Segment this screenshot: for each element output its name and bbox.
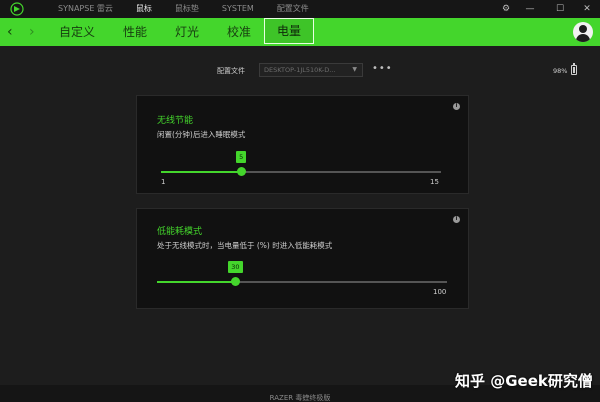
sleep-card-title: 无线节能 — [157, 116, 194, 126]
info-icon[interactable]: i — [453, 216, 460, 223]
low-power-slider-max: 100 — [433, 288, 447, 296]
low-power-card-description: 处于无线模式时，当电量低于 (%) 时进入低能耗模式 — [157, 241, 333, 250]
title-bar: SYNAPSE 雷云 鼠标 鼠标垫 SYSTEM 配置文件 ⚙ — ☐ ✕ — [0, 0, 600, 18]
low-power-card: 低能耗模式 处于无线模式时，当电量低于 (%) 时进入低能耗模式 i 30 10… — [136, 208, 469, 309]
settings-gear-icon[interactable]: ⚙ — [498, 0, 514, 18]
info-icon[interactable]: i — [453, 103, 460, 110]
tab-power[interactable]: 电量 — [264, 18, 315, 44]
low-power-slider-value: 30 — [228, 261, 243, 273]
battery-percent: 98% — [553, 67, 568, 75]
sleep-slider-value: 5 — [236, 151, 247, 163]
tab-synapse[interactable]: SYNAPSE 雷云 — [58, 0, 113, 18]
back-arrow-icon[interactable]: ‹ — [7, 18, 13, 46]
close-button[interactable]: ✕ — [579, 0, 595, 18]
low-power-card-title: 低能耗模式 — [157, 227, 203, 237]
profile-dropdown[interactable]: DESKTOP-1JL510K-D... ▼ — [259, 63, 363, 77]
section-nav-bar: ‹ › 自定义 性能 灯光 校准 电量 — [0, 18, 600, 46]
sleep-slider-thumb[interactable] — [236, 167, 246, 176]
battery-icon — [571, 63, 577, 75]
profile-value: DESKTOP-1JL510K-D... — [264, 66, 336, 74]
sleep-slider-track[interactable] — [161, 171, 441, 173]
low-power-slider-track[interactable] — [157, 281, 447, 283]
user-avatar-icon[interactable] — [573, 22, 593, 42]
maximize-button[interactable]: ☐ — [552, 0, 568, 18]
tab-customize[interactable]: 自定义 — [59, 18, 95, 46]
forward-arrow-icon[interactable]: › — [29, 18, 35, 46]
sleep-slider-fill — [161, 171, 242, 173]
watermark-text: 知乎 @Geek研究僧 — [455, 372, 593, 390]
tab-mouse[interactable]: 鼠标 — [136, 0, 152, 18]
sleep-card-description: 闲置(分钟)后进入睡眠模式 — [157, 130, 246, 139]
low-power-slider-fill — [157, 281, 236, 283]
top-tabs: SYNAPSE 雷云 鼠标 鼠标垫 SYSTEM 配置文件 — [58, 0, 332, 18]
tab-lighting[interactable]: 灯光 — [175, 18, 199, 46]
sleep-settings-card: 无线节能 闲置(分钟)后进入睡眠模式 i 5 1 15 — [136, 95, 469, 194]
minimize-button[interactable]: — — [522, 0, 538, 18]
profile-label: 配置文件 — [217, 67, 245, 75]
tab-system[interactable]: SYSTEM — [222, 0, 254, 18]
razer-logo-icon — [10, 2, 24, 16]
tab-profiles[interactable]: 配置文件 — [277, 0, 309, 18]
sleep-slider-min: 1 — [161, 178, 166, 186]
low-power-slider-thumb[interactable] — [230, 277, 240, 286]
tab-calibration[interactable]: 校准 — [227, 18, 251, 46]
device-name: RAZER 毒蝰终极版 — [269, 394, 331, 402]
tab-mousepad[interactable]: 鼠标垫 — [175, 0, 199, 18]
tab-performance[interactable]: 性能 — [123, 18, 147, 46]
more-options-icon[interactable]: ••• — [372, 63, 393, 74]
sleep-slider-max: 15 — [430, 178, 439, 186]
chevron-down-icon: ▼ — [352, 66, 357, 73]
